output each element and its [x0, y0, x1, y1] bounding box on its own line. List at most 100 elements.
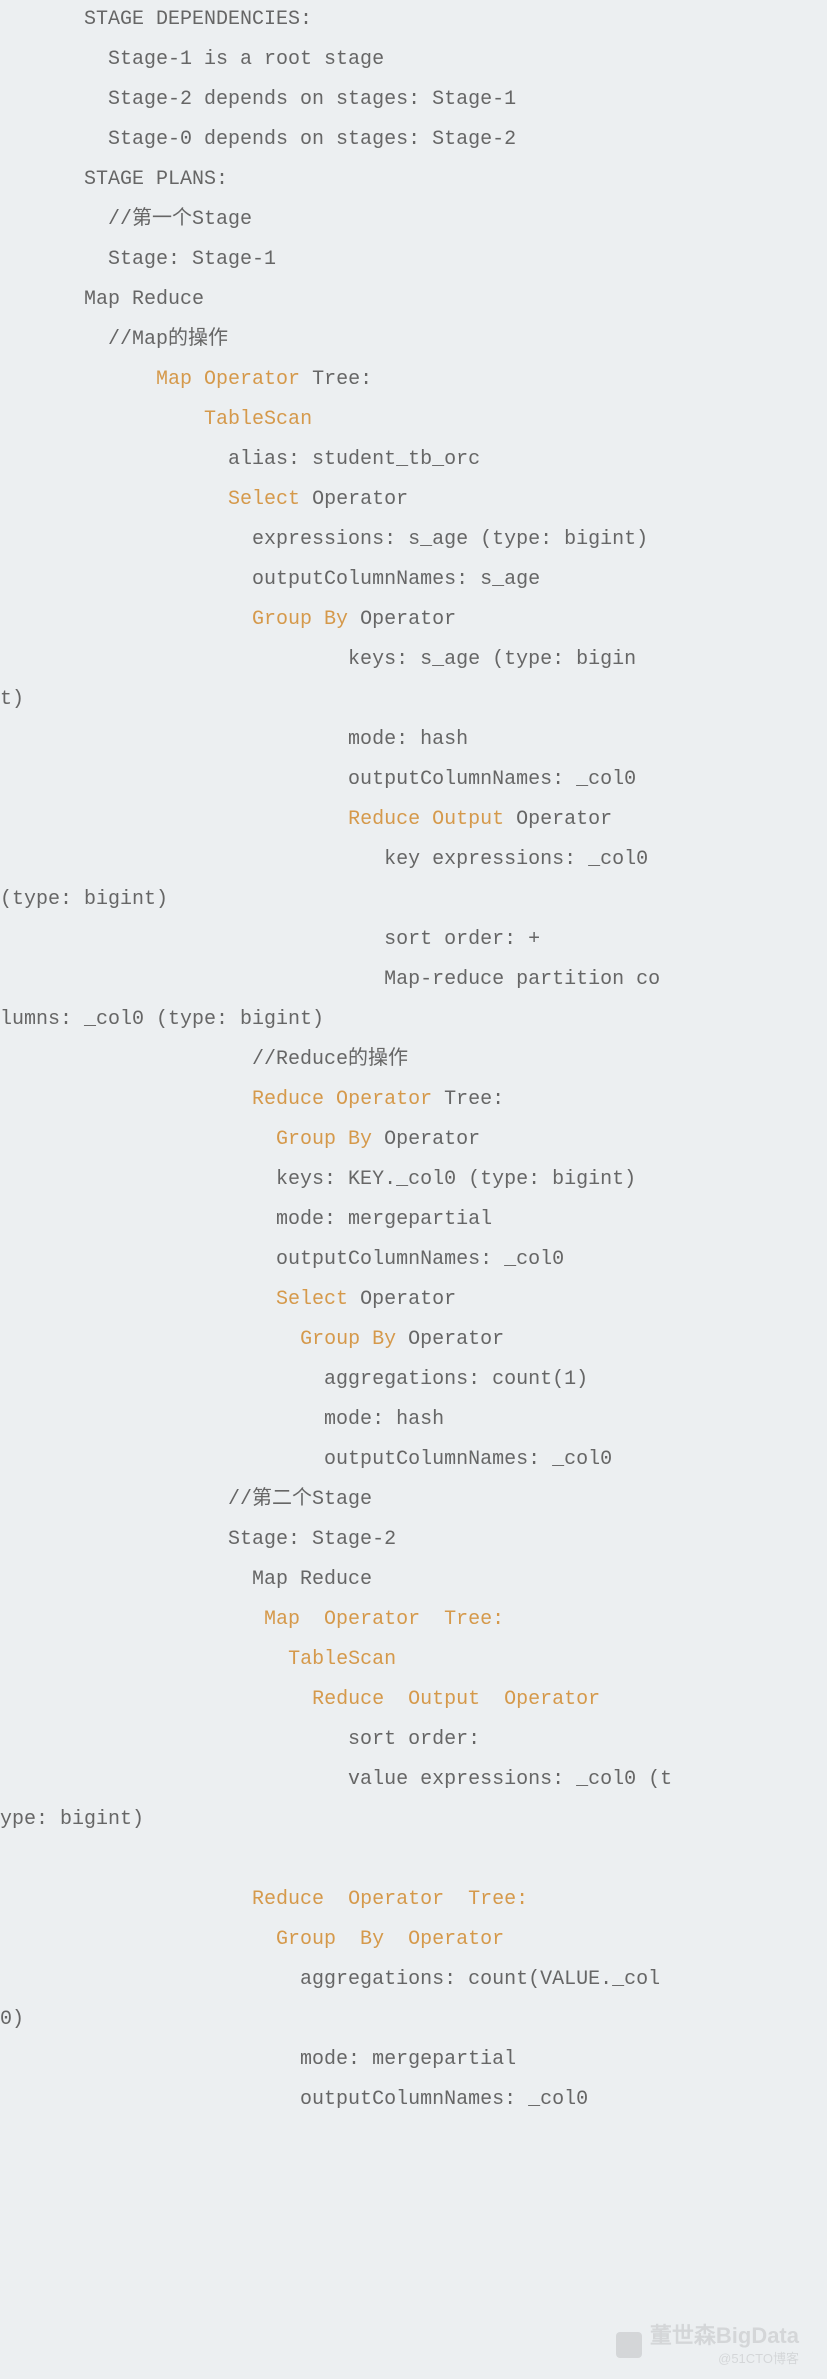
pad: [0, 1568, 84, 1591]
dep-line: Stage-2 depends on stages: Stage-1: [84, 88, 516, 111]
pad: [84, 1928, 276, 1951]
sort-line: sort order: +: [84, 928, 540, 951]
stage-plans-title: STAGE PLANS:: [84, 168, 228, 191]
agg-line-wrap: 0): [0, 2008, 24, 2031]
pad: [0, 1528, 84, 1551]
mode-line: mode: hash: [84, 1408, 444, 1431]
keyword-reduce-operator-tree: Reduce Operator Tree:: [252, 1888, 528, 1911]
pad: [0, 1608, 84, 1631]
pad: [0, 768, 84, 791]
pad: [0, 2088, 84, 2111]
pad: [84, 1648, 288, 1671]
watermark-text: 董世森BigData @51CTO博客: [650, 2323, 799, 2367]
pad: [0, 488, 84, 511]
kexp-line: key expressions: _col0: [84, 848, 660, 871]
pad: [0, 1648, 84, 1671]
code-block: STAGE DEPENDENCIES: Stage-1 is a root st…: [0, 0, 827, 2379]
pad: [0, 248, 84, 271]
pad: [0, 208, 84, 231]
comment-line: //Reduce的操作: [84, 1048, 408, 1071]
ocn-line: outputColumnNames: s_age: [84, 568, 540, 591]
stage-deps-title: STAGE DEPENDENCIES:: [84, 8, 312, 31]
pad: [0, 48, 84, 71]
dep-line: Stage-0 depends on stages: Stage-2: [84, 128, 516, 151]
agg-line: aggregations: count(1): [84, 1368, 588, 1391]
text: Tree:: [432, 1088, 504, 1111]
pad: [0, 328, 84, 351]
pad: [84, 1608, 264, 1631]
pad: [0, 1768, 84, 1791]
wechat-icon: [616, 2332, 642, 2358]
pad: [0, 728, 84, 751]
comment-line: //Map的操作: [84, 328, 228, 351]
keyword-group-by: Group By: [252, 608, 348, 631]
pad: [0, 408, 84, 431]
pad: [84, 1888, 252, 1911]
pad: [0, 848, 84, 871]
vexp-line: value expressions: _col0 (t: [84, 1768, 672, 1791]
pad: [0, 1168, 84, 1191]
sort-line: sort order:: [84, 1728, 480, 1751]
pad: [84, 1128, 276, 1151]
dep-line: Stage-1 is a root stage: [84, 48, 384, 71]
pad: [0, 1968, 84, 1991]
keyword-group-by-operator: Group By Operator: [276, 1928, 504, 1951]
pad: [0, 1928, 84, 1951]
pad: [0, 528, 84, 551]
pad: [84, 408, 204, 431]
pad: [0, 1448, 84, 1471]
watermark: 董世森BigData @51CTO博客: [539, 2299, 799, 2367]
pad: [84, 1288, 276, 1311]
kexp-line-wrap: (type: bigint): [0, 888, 168, 911]
watermark-sub: @51CTO博客: [650, 2351, 799, 2367]
blank-line: [0, 1848, 12, 1871]
partition-line: Map-reduce partition co: [84, 968, 660, 991]
pad: [0, 568, 84, 591]
partition-line-wrap: lumns: _col0 (type: bigint): [0, 1008, 324, 1031]
pad: [84, 808, 348, 831]
mapreduce-line: Map Reduce: [84, 1568, 372, 1591]
keyword-group-by: Group By: [300, 1328, 408, 1351]
comment-line: //第一个Stage: [84, 208, 252, 231]
stage-line: Stage: Stage-2: [84, 1528, 396, 1551]
text: Operator: [348, 1288, 456, 1311]
pad: [0, 1728, 84, 1751]
text: Operator: [384, 1128, 480, 1151]
ocn-line: outputColumnNames: _col0: [84, 1448, 612, 1471]
pad: [0, 608, 84, 631]
pad: [0, 128, 84, 151]
mode-line: mode: hash: [84, 728, 468, 751]
pad: [0, 1888, 84, 1911]
ocn-line: outputColumnNames: _col0: [84, 1248, 564, 1271]
keys-line: keys: s_age (type: bigin: [84, 648, 636, 671]
pad: [0, 368, 84, 391]
text: Tree:: [300, 368, 372, 391]
pad: [84, 488, 228, 511]
pad: [0, 8, 84, 31]
keyword-group-by: Group By: [276, 1128, 384, 1151]
pad: [0, 1208, 84, 1231]
keys-line-wrap: t): [0, 688, 24, 711]
keyword-reduce-output: Reduce Output: [348, 808, 504, 831]
text: Operator: [408, 1328, 504, 1351]
keyword-map-operator: Map Operator: [156, 368, 300, 391]
keyword-reduce-operator: Reduce Operator: [252, 1088, 432, 1111]
pad: [0, 168, 84, 191]
keyword-reduce-output-operator: Reduce Output Operator: [312, 1688, 600, 1711]
pad: [0, 1488, 84, 1511]
vexp-line-wrap: ype: bigint): [0, 1808, 144, 1831]
pad: [0, 1048, 84, 1071]
pad: [0, 1408, 84, 1431]
mode-line: mode: mergepartial: [84, 2048, 516, 2071]
text: Operator: [504, 808, 612, 831]
keyword-tablescan: TableScan: [204, 408, 312, 431]
pad: [84, 368, 156, 391]
pad: [0, 448, 84, 471]
keyword-tablescan: TableScan: [288, 1648, 396, 1671]
keyword-map-operator-tree: Map Operator Tree:: [264, 1608, 504, 1631]
mode-line: mode: mergepartial: [84, 1208, 492, 1231]
pad: [0, 1328, 84, 1351]
text: Operator: [348, 608, 456, 631]
watermark-main: 董世森BigData: [650, 2323, 799, 2349]
pad: [0, 1368, 84, 1391]
